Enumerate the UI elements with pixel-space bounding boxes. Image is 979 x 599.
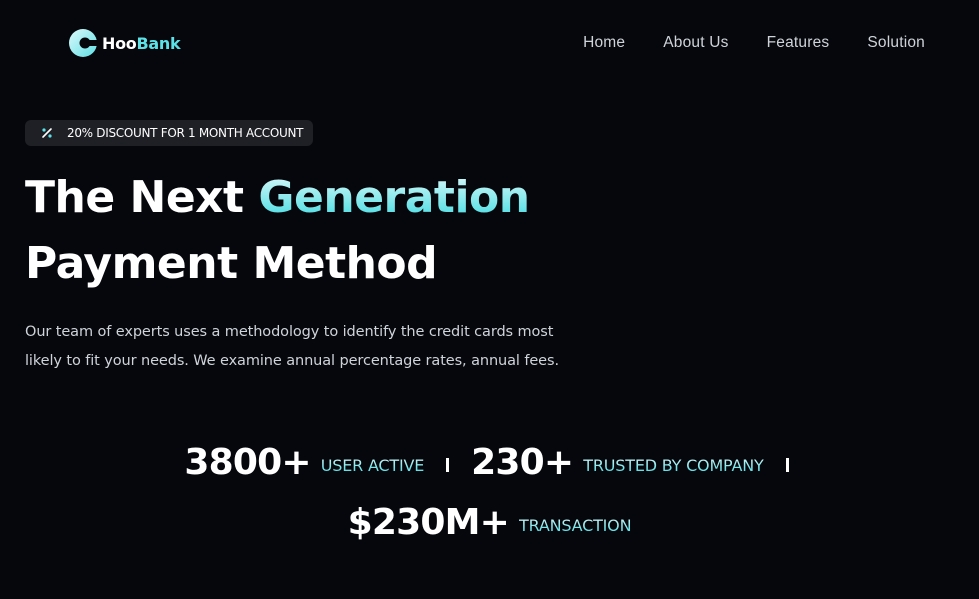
stats-row: 3800+ USER ACTIVE 230+ TRUSTED BY COMPAN… [8,442,979,483]
logo-icon [69,29,98,57]
discount-badge-text: 20% DISCOUNT FOR 1 MONTH ACCOUNT [67,126,304,140]
hero-title-accent: Generation [258,172,530,223]
hero-title-line2: Payment Method [25,238,438,289]
landing-page: HooBank Home About Us Features Solution … [0,0,979,599]
nav-home[interactable]: Home [583,34,625,52]
discount-badge: 20% DISCOUNT FOR 1 MONTH ACCOUNT [25,120,314,146]
stat-divider [446,457,450,472]
nav-about-us[interactable]: About Us [663,34,728,52]
hero-title-line1: The Next Generation [25,172,530,223]
stat-divider [785,457,789,472]
stat-label: TRANSACTION [519,516,632,535]
nav-features[interactable]: Features [767,34,830,52]
stat-users: 3800+ USER ACTIVE [184,442,424,483]
stat-value: 230+ [471,442,574,483]
nav-solution[interactable]: Solution [867,34,925,52]
stats-row: $230M+ TRANSACTION [0,502,979,543]
brand-logo[interactable]: HooBank [68,28,181,58]
brand-name: HooBank [102,33,181,53]
main-nav: Home About Us Features Solution [583,34,925,52]
stat-value: $230M+ [347,502,510,543]
hero-description: Our team of experts uses a methodology t… [25,324,559,369]
stat-transactions: $230M+ TRANSACTION [348,502,632,543]
stat-label: USER ACTIVE [320,456,425,475]
stat-label: TRUSTED BY COMPANY [583,456,764,475]
stat-value: 3800+ [184,442,311,483]
stat-companies: 230+ TRUSTED BY COMPANY [471,442,764,483]
discount-icon [42,128,52,138]
